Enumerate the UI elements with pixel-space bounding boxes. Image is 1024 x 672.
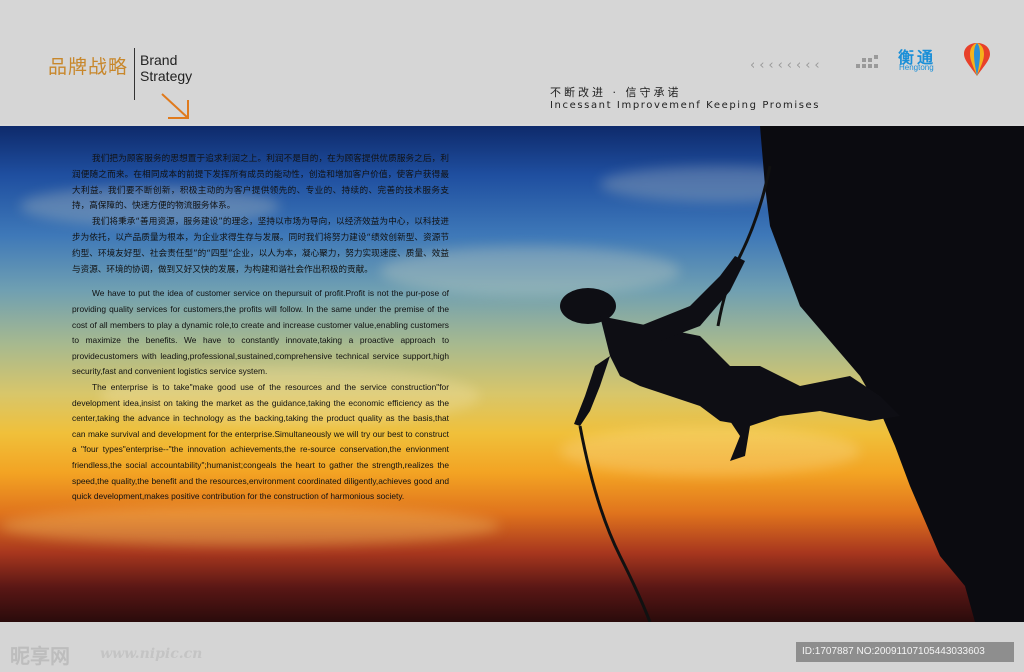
- brand-title-en: Brand Strategy: [140, 52, 192, 84]
- chevron-left-icons: ‹‹‹‹‹‹‹‹: [750, 58, 824, 73]
- watermark-url: www.nipic.cn: [100, 646, 203, 662]
- brand-divider: [134, 48, 135, 100]
- watermark-id: ID:1707887 NO:20091107105443033603: [796, 642, 1014, 662]
- dot-grid-icon: [856, 55, 878, 68]
- body-text-block: 我们把为顾客服务的思想置于追求利润之上。利润不是目的，在为顾客提供优质服务之后，…: [72, 152, 449, 505]
- brand-title-en-line1: Brand: [140, 52, 178, 68]
- slogan-en: Incessant Improvemenf Keeping Promises: [550, 100, 821, 111]
- slogan-cn: 不断改进 · 信守承诺: [550, 86, 682, 99]
- paragraph-en-2: The enterprise is to take"make good use …: [72, 381, 449, 502]
- company-logo-en: Hengtong: [899, 63, 934, 72]
- paragraph-cn-1: 我们把为顾客服务的思想置于追求利润之上。利润不是目的，在为顾客提供优质服务之后，…: [72, 154, 449, 212]
- watermark-logo: 昵享网: [10, 644, 70, 668]
- paragraph-cn-2: 我们将秉承“善用资源，服务建设”的理念，坚持以市场为导向，以经济效益为中心，以科…: [72, 217, 449, 275]
- paragraph-en-1: We have to put the idea of customer serv…: [72, 288, 449, 377]
- brand-title-en-line2: Strategy: [140, 68, 193, 84]
- arrow-down-right-icon: [161, 93, 189, 119]
- header-band: 品牌战略 Brand Strategy ‹‹‹‹‹‹‹‹ 衡通 Hengtong…: [0, 0, 1024, 124]
- brand-title-cn: 品牌战略: [48, 56, 129, 78]
- hot-air-balloon-logo-icon: [964, 43, 990, 76]
